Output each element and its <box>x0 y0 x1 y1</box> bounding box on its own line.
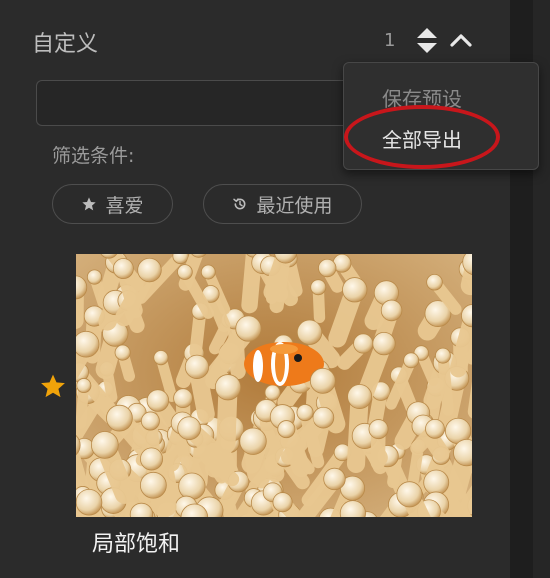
sort-stepper-icon[interactable] <box>415 27 439 55</box>
favorite-star-icon[interactable] <box>40 373 66 403</box>
menu-item-export-all[interactable]: 全部导出 <box>382 124 462 153</box>
preset-thumbnail[interactable] <box>76 254 472 517</box>
filter-chip-recent[interactable]: 最近使用 <box>203 184 362 224</box>
chevron-up-icon[interactable] <box>448 28 474 52</box>
search-input[interactable] <box>36 80 366 126</box>
menu-item-save-preset[interactable]: 保存预设 <box>382 83 462 112</box>
filter-chip-label: 喜爱 <box>105 194 144 217</box>
history-icon <box>232 196 248 212</box>
section-title: 自定义 <box>32 32 99 57</box>
filter-chip-favorites[interactable]: 喜爱 <box>52 184 173 224</box>
presets-panel: 自定义 1 筛选条件: 喜爱 最近使用 局部饱和 保存预设 全部导出 <box>0 0 550 578</box>
preset-name: 局部饱和 <box>92 532 181 557</box>
preset-options-menu: 保存预设 全部导出 <box>343 62 539 170</box>
preset-count: 1 <box>384 30 396 51</box>
filter-chip-label: 最近使用 <box>256 194 333 217</box>
star-icon <box>81 196 97 212</box>
filter-label: 筛选条件: <box>52 145 135 167</box>
